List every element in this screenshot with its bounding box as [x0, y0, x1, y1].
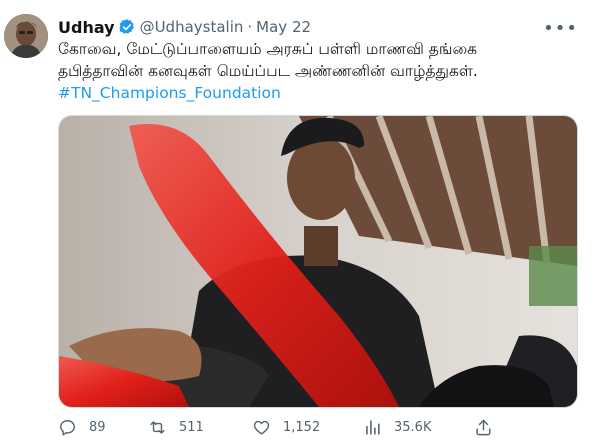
- views-chart-icon: [366, 420, 380, 435]
- tweet-card[interactable]: Udhay @Udhaystalin · May 22 ••• கோவை, மே…: [0, 0, 600, 443]
- cyclist-photo-image: [59, 116, 577, 407]
- views-count: 35.6K: [394, 420, 432, 435]
- tweet-photo[interactable]: [58, 115, 578, 408]
- tweet-date[interactable]: May 22: [256, 18, 311, 36]
- reply-icon: [60, 420, 75, 436]
- separator-dot: ·: [247, 18, 253, 36]
- retweet-button[interactable]: 511: [148, 418, 204, 437]
- author-handle[interactable]: @Udhaystalin: [140, 18, 244, 36]
- author-name[interactable]: Udhay: [58, 18, 115, 37]
- like-count: 1,152: [283, 420, 321, 435]
- heart-icon: [253, 420, 270, 435]
- retweet-count: 511: [179, 420, 204, 435]
- tweet-header: Udhay @Udhaystalin · May 22: [58, 16, 311, 38]
- tweet-text: கோவை, மேட்டுப்பாளையம் அரசுப் பள்ளி மாணவி…: [58, 38, 583, 104]
- share-button[interactable]: [474, 418, 493, 437]
- tweet-text-line-2: தபித்தாவின் கனவுகள் மெய்ப்பட அண்ணனின் வா…: [58, 62, 478, 80]
- verified-badge-icon: [118, 18, 136, 36]
- like-button[interactable]: 1,152: [252, 418, 320, 437]
- tweet-text-line-1: கோவை, மேட்டுப்பாளையம் அரசுப் பள்ளி மாணவி…: [58, 40, 478, 58]
- retweet-icon: [150, 421, 165, 434]
- hashtag-link[interactable]: #TN_Champions_Foundation: [58, 82, 583, 104]
- views-button[interactable]: 35.6K: [363, 418, 431, 437]
- action-bar: 89 511 1,152 35.6K: [58, 418, 518, 440]
- more-options-icon[interactable]: •••: [543, 18, 578, 39]
- reply-count: 89: [89, 420, 106, 435]
- share-icon: [476, 419, 491, 436]
- avatar-image: [4, 14, 48, 58]
- reply-button[interactable]: 89: [58, 418, 106, 437]
- avatar[interactable]: [4, 14, 48, 58]
